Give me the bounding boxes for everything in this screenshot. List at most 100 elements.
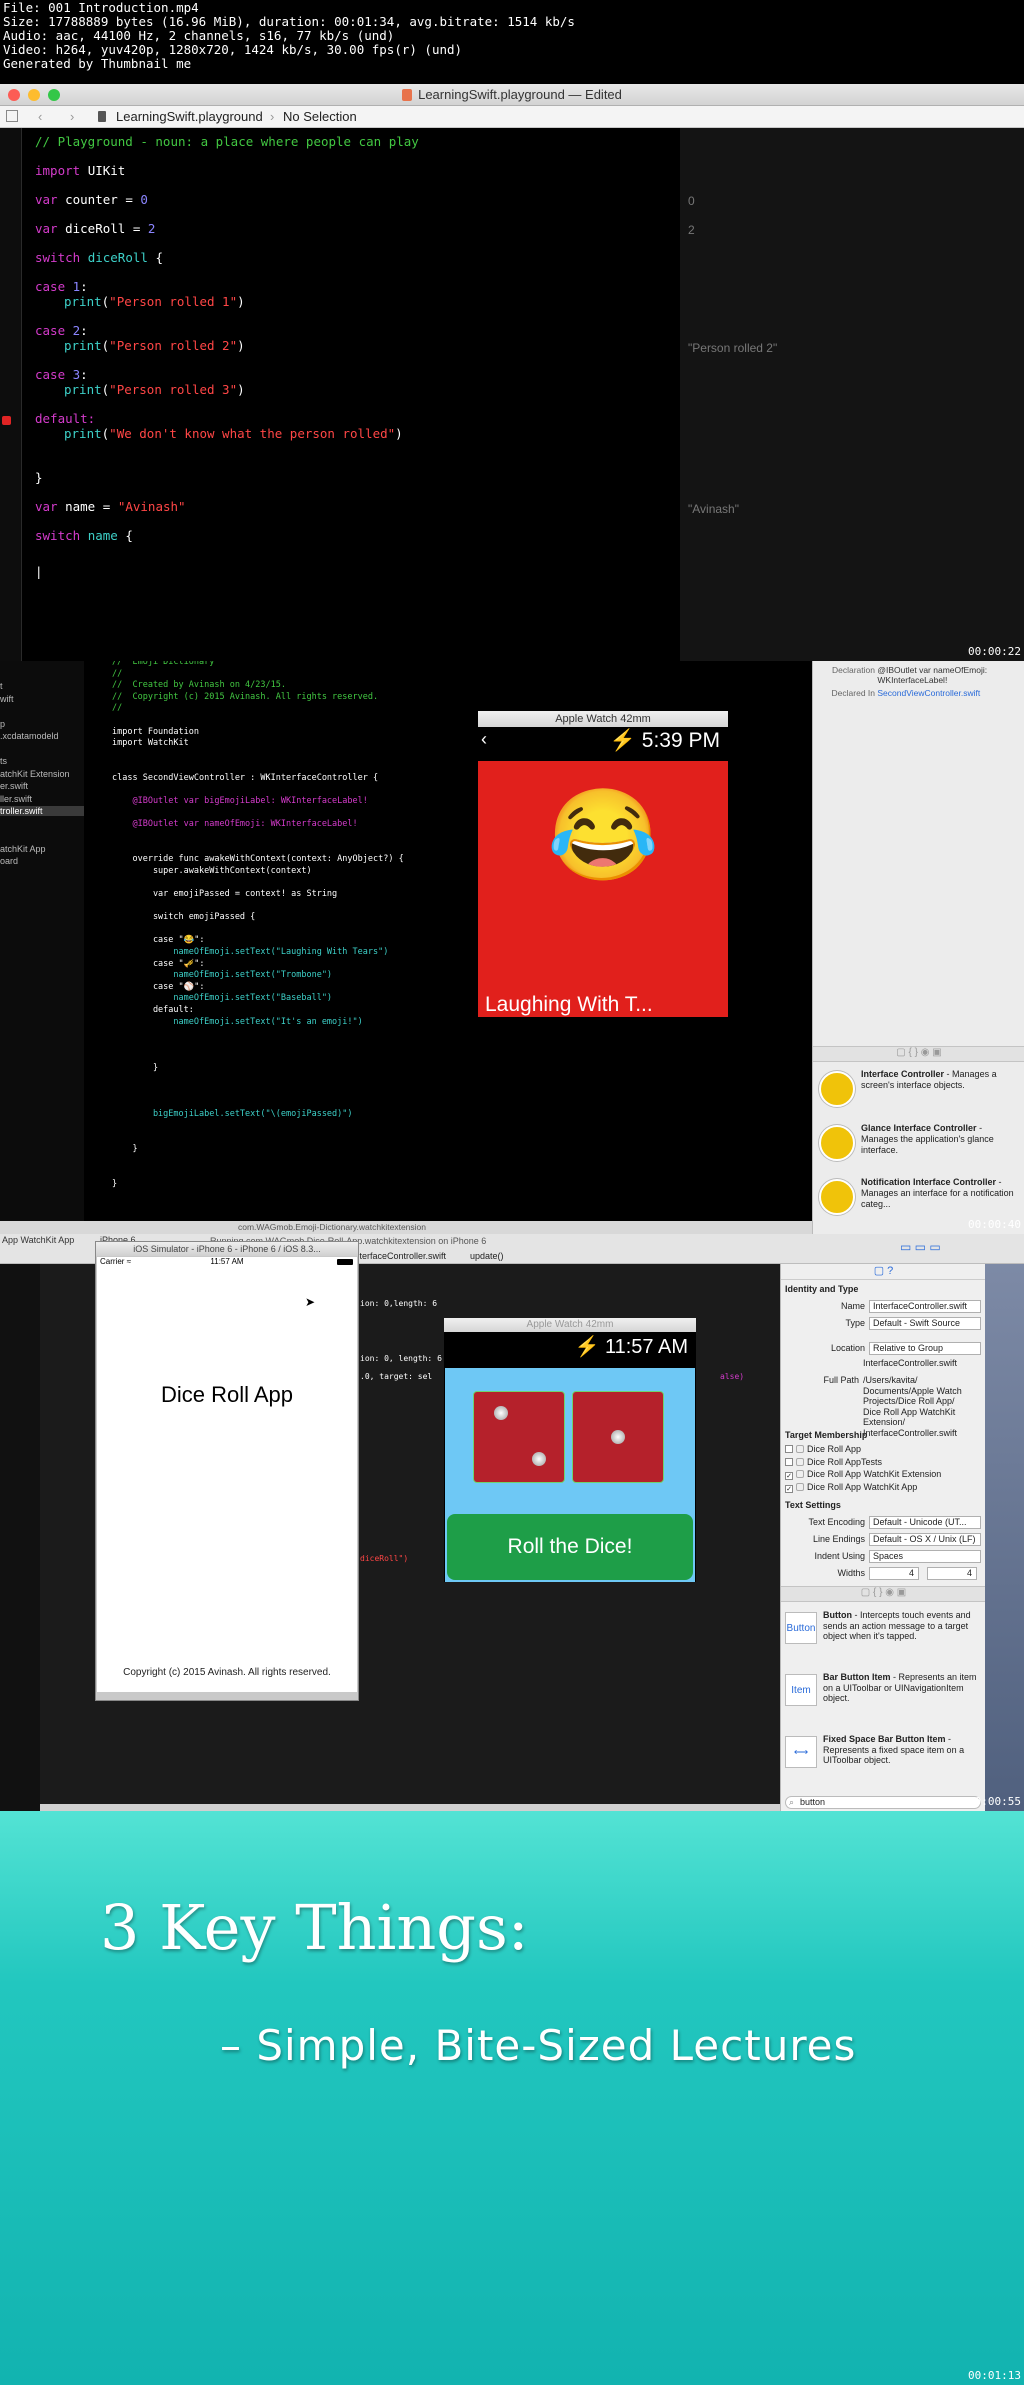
checkbox[interactable]: ✓ [785,1472,793,1480]
error-marker-icon[interactable] [2,416,11,425]
target-checkbox-row[interactable]: ✓ Dice Roll App WatchKit App [785,1482,981,1494]
navigator-item[interactable]: .xcdatamodeld [0,731,59,741]
app-icon [796,1470,804,1478]
watch-clock: ⚡ 11:57 AM [574,1336,689,1358]
code-line: nameOfEmoji.setText("Baseball") [112,993,333,1004]
library-item[interactable]: Button Button - Intercepts touch events a… [785,1608,981,1664]
code-line: class SecondViewController : WKInterface… [112,773,379,783]
checkbox[interactable] [785,1457,793,1466]
indent-row: Indent Using Spaces [787,1550,983,1564]
minimize-window-button[interactable] [28,89,40,101]
code-line: // Emoji Dictionary [112,661,215,667]
navigator-item[interactable]: ller.swift [0,794,32,804]
navigator-item[interactable]: er.swift [0,781,28,791]
inspector-panel: Declaration @IBOutlet var nameOfEmoji: W… [812,661,1024,1234]
iphone-screen[interactable]: Carrier ≈ 11:57 AM Dice Roll App Copyrig… [97,1257,357,1692]
code-line: override func awakeWithContext(context: … [112,854,404,865]
code-fragment: ion: 0,length: 6 [360,1299,438,1308]
scheme-selector[interactable]: App WatchKit App [2,1235,74,1245]
target-label: Dice Roll AppTests [807,1456,883,1467]
back-arrow-icon[interactable]: ‹ [38,106,42,128]
code-line: bigEmojiLabel.setText("\(emojiPassed)") [112,1109,353,1120]
die-left-image [473,1391,565,1483]
watch-simulator: Apple Watch 42mm ⚡ 11:57 AM Roll the Dic… [444,1318,696,1582]
code-line: var diceRoll = 2 [35,221,156,236]
charging-icon: ⚡ [574,1336,600,1358]
slide-title: 3 Key Things: [100,1891,529,1964]
breadcrumb-file[interactable]: InterfaceController.swift [352,1251,446,1261]
breadcrumb-method[interactable]: update() [470,1251,504,1261]
results-sidebar [680,128,1024,661]
type-select[interactable]: Default - Swift Source [869,1317,981,1330]
navigator-item[interactable]: troller.swift [0,806,84,816]
library-item[interactable]: ⟷ Fixed Space Bar Button Item - Represent… [785,1732,981,1788]
indent-width-field[interactable]: 4 [927,1567,977,1580]
library-item[interactable]: Glance Interface Controller - Manages th… [819,1123,1019,1171]
project-navigator[interactable]: t wift p .xcdatamodeld ts atchKit Extension er… [0,661,84,1221]
navigator-item[interactable]: oard [0,856,18,866]
navigator-item[interactable]: atchKit App [0,844,46,854]
fullpath-label: Full Path [823,1375,859,1385]
back-chevron-icon[interactable]: ‹ [481,729,487,750]
code-line: // [112,668,123,679]
battery-icon [337,1259,353,1265]
panel-toggle-icons[interactable]: ▭ ▭ ▭ [900,1240,941,1254]
code-line: print("Person rolled 2") [64,338,245,353]
grid-icon[interactable] [6,110,18,122]
code-editor[interactable]: // Playground - noun: a place where peop… [0,128,680,661]
target-checkbox-row[interactable]: ✓ Dice Roll App WatchKit Extension [785,1469,981,1481]
playground-file-icon [98,111,106,122]
result-value: "Person rolled 2" [688,341,778,355]
target-label: Dice Roll App [807,1444,862,1454]
frame-playground: LearningSwift.playground — Edited ‹ › Le… [0,84,1024,661]
navigator-item[interactable]: atchKit Extension [0,769,70,779]
target-label: Dice Roll App WatchKit Extension [807,1469,942,1479]
breadcrumb-selection[interactable]: No Selection [283,106,357,128]
library-search-input[interactable]: ⌕ button [785,1796,981,1809]
forward-arrow-icon[interactable]: › [70,106,74,128]
controller-icon [819,1071,855,1107]
fullpath-value: /Users/kavita/ Documents/Apple Watch Pro… [863,1375,962,1438]
library-tabs[interactable]: ▢ { } ◉ ▣ [781,1586,986,1602]
library-item-title: Interface Controller [861,1069,945,1079]
roll-dice-button[interactable]: Roll the Dice! [447,1514,693,1580]
target-checkbox-row[interactable]: Dice Roll AppTests [785,1457,981,1469]
mouse-pointer-icon: ➤ [305,1295,316,1309]
indent-select[interactable]: Spaces [869,1550,981,1563]
checkbox[interactable]: ✓ [785,1484,793,1493]
code-line: case "😂": [112,935,205,946]
encoding-select[interactable]: Default - Unicode (UT... [869,1516,981,1529]
target-checkbox-row[interactable]: Dice Roll App [785,1444,981,1456]
location-select[interactable]: Relative to Group [869,1342,981,1355]
breadcrumb-file[interactable]: LearningSwift.playground [116,106,263,128]
code-fragment: ion: 0, length: 6 [360,1354,442,1363]
timestamp: 00:01:13 [968,2369,1021,2382]
code-line: switch emojiPassed { [112,912,256,923]
file-info-header: File: 001 Introduction.mp4 Size: 1778888… [0,0,1024,84]
navigator-item[interactable]: wift [0,694,14,704]
navigator-item[interactable]: t [0,681,3,691]
project-navigator[interactable] [0,1264,40,1811]
navigator-item[interactable]: ts [0,756,7,766]
inspector-tabs[interactable]: ▢ ? [781,1264,986,1280]
navigator-item[interactable]: p [0,719,5,729]
code-line: // Copyright (c) 2015 Avinash. All right… [112,691,379,702]
name-field[interactable]: InterfaceController.swift [869,1300,981,1313]
tab-width-field[interactable]: 4 [869,1567,919,1580]
code-line: var counter = 0 [35,192,148,207]
breadcrumb-separator: › [270,109,275,124]
library-item[interactable]: Interface Controller - Manages a screen'… [819,1069,1019,1117]
section-header: Target Membership [785,1430,868,1440]
zoom-window-button[interactable] [48,89,60,101]
close-window-button[interactable] [8,89,20,101]
library-item[interactable]: Item Bar Button Item - Represents an item… [785,1670,981,1726]
code-line: @IBOutlet var bigEmojiLabel: WKInterface… [112,796,368,807]
endings-select[interactable]: Default - OS X / Unix (LF) [869,1533,981,1546]
location-row: Location Relative to Group [787,1342,983,1356]
line-gutter [0,128,22,661]
code-line: default: [112,1005,194,1015]
file-info-line: Size: 17788889 bytes (16.96 MiB), durati… [3,14,575,29]
checkbox[interactable] [785,1445,793,1453]
button-icon: Button [785,1612,817,1644]
library-tabs[interactable]: ▢ { } ◉ ▣ [813,1046,1024,1062]
